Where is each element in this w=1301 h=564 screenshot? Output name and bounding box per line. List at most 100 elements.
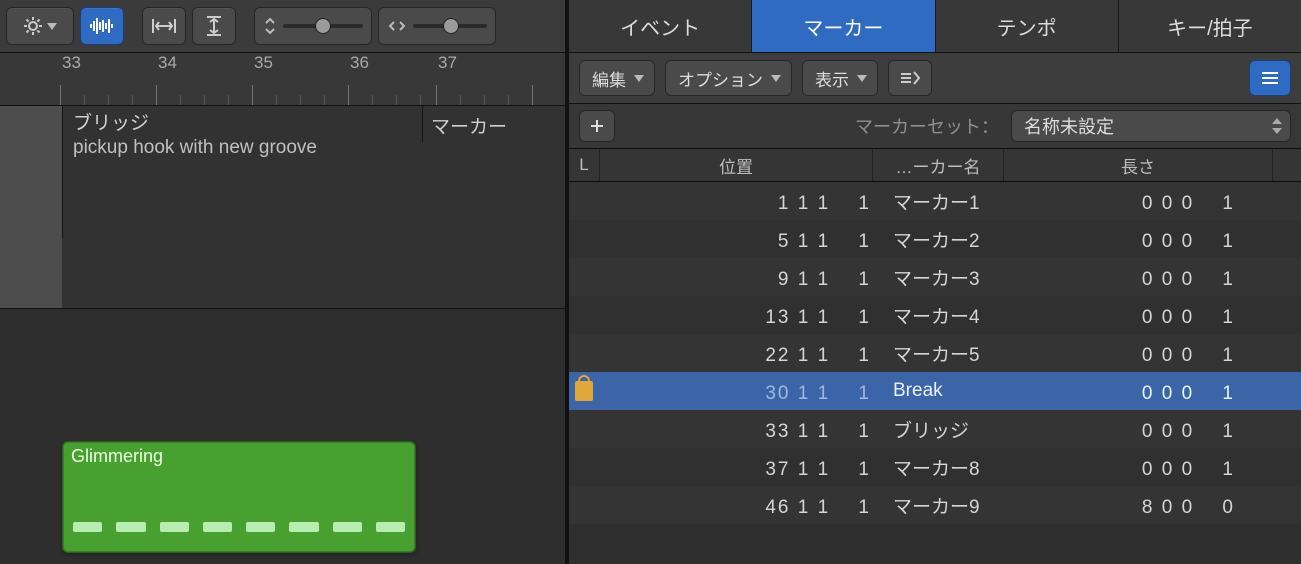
cell-name[interactable]: マーカー2 xyxy=(885,220,1023,258)
vertical-zoom-icon xyxy=(263,16,277,36)
tab-event[interactable]: イベント xyxy=(569,0,752,52)
tab-keysig[interactable]: キー/拍子 xyxy=(1119,0,1301,52)
table-row[interactable]: 22 1 1 1マーカー50 0 0 1 xyxy=(569,334,1301,372)
chevron-down-icon xyxy=(857,75,867,82)
cell-name[interactable]: マーカー5 xyxy=(885,334,1023,372)
cell-name[interactable]: マーカー4 xyxy=(885,296,1023,334)
ruler-bar-label: 37 xyxy=(438,53,457,73)
marker-toolbar: 編集 オプション 表示 xyxy=(569,53,1301,104)
marker-set-dropdown[interactable]: 名称未設定 xyxy=(1011,110,1291,142)
cell-position[interactable]: 5 1 1 1 xyxy=(599,220,885,258)
cell-lock[interactable] xyxy=(569,372,599,410)
cell-lock[interactable] xyxy=(569,296,599,334)
previous-marker-region[interactable] xyxy=(0,106,62,308)
tab-marker[interactable]: マーカー xyxy=(752,0,935,52)
ruler-bar-label: 33 xyxy=(62,53,81,73)
marker-table-body: 1 1 1 1マーカー10 0 0 15 1 1 1マーカー20 0 0 19 … xyxy=(569,182,1301,564)
fit-horizontal-icon xyxy=(151,16,177,36)
list-view-toggle[interactable] xyxy=(1249,60,1291,96)
cell-position[interactable]: 30 1 1 1 xyxy=(599,372,885,410)
cell-position[interactable]: 13 1 1 1 xyxy=(599,296,885,334)
audio-track-area[interactable]: Glimmering xyxy=(0,309,565,564)
cell-position[interactable]: 22 1 1 1 xyxy=(599,334,885,372)
list-editor-panel: イベント マーカー テンポ キー/拍子 編集 オプション 表示 xyxy=(567,0,1301,564)
cell-name[interactable]: マーカー1 xyxy=(885,182,1023,220)
table-row[interactable]: 46 1 1 1マーカー98 0 0 0 xyxy=(569,486,1301,524)
table-row[interactable]: 33 1 1 1ブリッジ0 0 0 1 xyxy=(569,410,1301,448)
cell-length[interactable]: 0 0 0 1 xyxy=(1023,220,1301,258)
cell-lock[interactable] xyxy=(569,334,599,372)
cell-lock[interactable] xyxy=(569,486,599,524)
cell-position[interactable]: 46 1 1 1 xyxy=(599,486,885,524)
table-row[interactable]: 30 1 1 1Break0 0 0 1 xyxy=(569,372,1301,410)
cell-name[interactable]: マーカー8 xyxy=(885,448,1023,486)
tab-tempo[interactable]: テンポ xyxy=(936,0,1119,52)
cell-lock[interactable] xyxy=(569,448,599,486)
marker-set-bar: マーカーセット： 名称未設定 xyxy=(569,104,1301,149)
view-menu[interactable]: 表示 xyxy=(802,60,878,96)
horizontal-zoom-icon xyxy=(387,19,407,33)
bar-ruler[interactable]: 33 34 35 36 37 xyxy=(0,53,565,106)
table-row[interactable]: 37 1 1 1マーカー80 0 0 1 xyxy=(569,448,1301,486)
filter-icon xyxy=(899,69,921,87)
cell-length[interactable]: 0 0 0 1 xyxy=(1023,258,1301,296)
ruler-bar-label: 35 xyxy=(254,53,273,73)
cell-position[interactable]: 9 1 1 1 xyxy=(599,258,885,296)
chevron-down-icon xyxy=(47,23,57,30)
waveform-icon xyxy=(88,16,116,36)
col-length[interactable]: 長さ xyxy=(1004,149,1273,181)
updown-icon xyxy=(1272,118,1282,134)
vertical-zoom-slider[interactable] xyxy=(254,7,372,45)
table-row[interactable]: 9 1 1 1マーカー30 0 0 1 xyxy=(569,258,1301,296)
marker-track[interactable]: ブリッジ pickup hook with new groove マーカー xyxy=(0,106,565,309)
cell-length[interactable]: 0 0 0 1 xyxy=(1023,448,1301,486)
ruler-bar-label: 34 xyxy=(158,53,177,73)
fit-vertical-button[interactable] xyxy=(192,7,236,45)
ruler-bar-label: 36 xyxy=(350,53,369,73)
chevron-down-icon xyxy=(634,75,644,82)
cell-name[interactable]: Break xyxy=(885,372,1023,410)
tracks-toolbar xyxy=(0,0,565,53)
cell-length[interactable]: 0 0 0 1 xyxy=(1023,372,1301,410)
app-root: 33 34 35 36 37 xyxy=(0,0,1301,564)
horizontal-zoom-slider[interactable] xyxy=(378,7,496,45)
edit-menu[interactable]: 編集 xyxy=(579,60,655,96)
options-menu[interactable]: オプション xyxy=(665,60,792,96)
tracks-panel: 33 34 35 36 37 xyxy=(0,0,567,564)
cell-position[interactable]: 37 1 1 1 xyxy=(599,448,885,486)
cell-name[interactable]: マーカー3 xyxy=(885,258,1023,296)
cell-name[interactable]: マーカー9 xyxy=(885,486,1023,524)
lock-icon xyxy=(575,381,593,401)
add-marker-button[interactable] xyxy=(579,110,615,142)
tools-menu-button[interactable] xyxy=(6,7,74,45)
col-name[interactable]: …ーカー名 xyxy=(873,149,1004,181)
audio-region-glimmering[interactable]: Glimmering xyxy=(62,441,416,553)
list-editor-tabs: イベント マーカー テンポ キー/拍子 xyxy=(569,0,1301,53)
audio-region-name: Glimmering xyxy=(63,442,415,471)
table-row[interactable]: 1 1 1 1マーカー10 0 0 1 xyxy=(569,182,1301,220)
cell-length[interactable]: 0 0 0 1 xyxy=(1023,182,1301,220)
cell-length[interactable]: 0 0 0 1 xyxy=(1023,410,1301,448)
cell-length[interactable]: 0 0 0 1 xyxy=(1023,296,1301,334)
chevron-down-icon xyxy=(771,75,781,82)
marker-region-next[interactable]: マーカー xyxy=(422,106,565,142)
table-row[interactable]: 5 1 1 1マーカー20 0 0 1 xyxy=(569,220,1301,258)
table-row[interactable]: 13 1 1 1マーカー40 0 0 1 xyxy=(569,296,1301,334)
filter-button[interactable] xyxy=(888,60,932,96)
cell-name[interactable]: ブリッジ xyxy=(885,410,1023,448)
waveform-mode-button[interactable] xyxy=(80,7,124,45)
plus-icon xyxy=(589,118,605,134)
col-position[interactable]: 位置 xyxy=(600,149,873,181)
fit-horizontal-button[interactable] xyxy=(142,7,186,45)
cell-length[interactable]: 0 0 0 1 xyxy=(1023,334,1301,372)
marker-set-label: マーカーセット： xyxy=(855,113,999,139)
cell-lock[interactable] xyxy=(569,220,599,258)
col-lock[interactable]: L xyxy=(569,149,600,181)
cell-length[interactable]: 8 0 0 0 xyxy=(1023,486,1301,524)
marker-table-header: L 位置 …ーカー名 長さ xyxy=(569,149,1301,182)
cell-position[interactable]: 33 1 1 1 xyxy=(599,410,885,448)
cell-position[interactable]: 1 1 1 1 xyxy=(599,182,885,220)
cell-lock[interactable] xyxy=(569,258,599,296)
cell-lock[interactable] xyxy=(569,410,599,448)
cell-lock[interactable] xyxy=(569,182,599,220)
